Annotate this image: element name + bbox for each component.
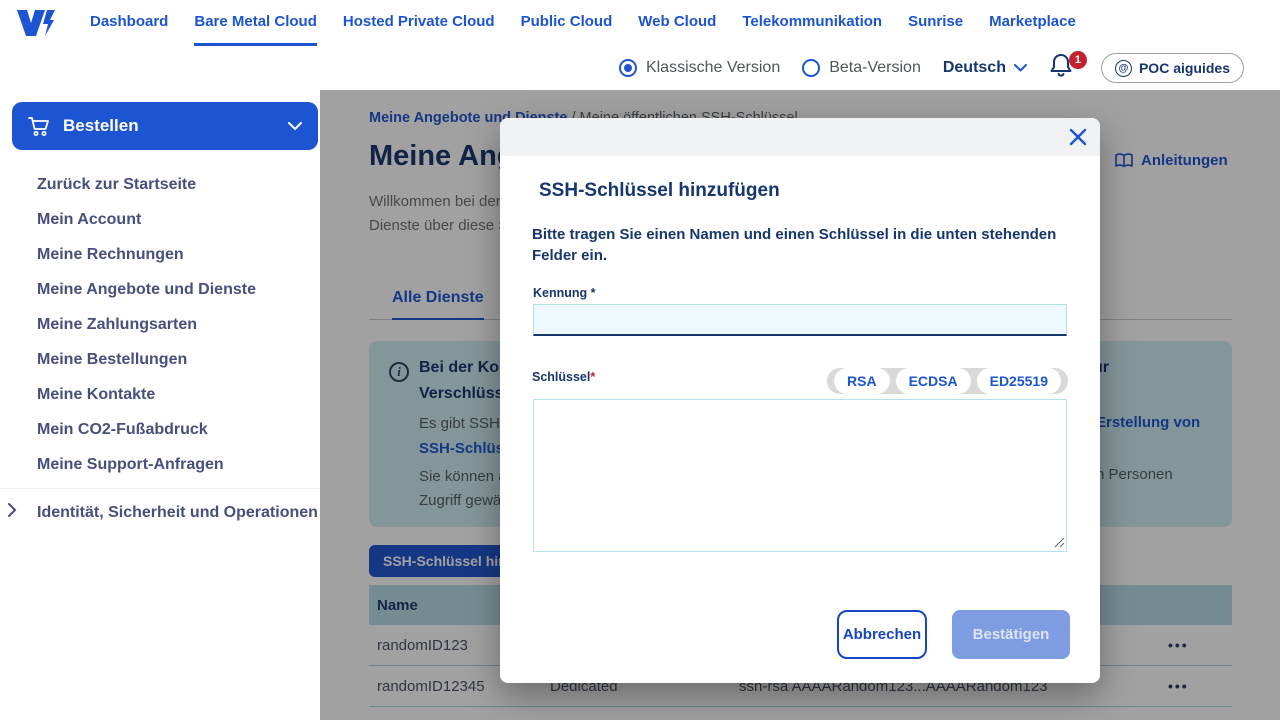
nav-items: Dashboard Bare Metal Cloud Hosted Privat…: [90, 0, 1076, 46]
nav-bare-metal-cloud[interactable]: Bare Metal Cloud: [194, 0, 317, 46]
sidebar-item-rechnungen[interactable]: Meine Rechnungen: [0, 237, 320, 272]
classic-version-radio[interactable]: Klassische Version: [619, 59, 780, 77]
sidebar-item-bestellungen[interactable]: Meine Bestellungen: [0, 342, 320, 377]
modal-description: Bitte tragen Sie einen Namen und einen S…: [532, 224, 1080, 267]
close-icon[interactable]: [1066, 126, 1090, 150]
key-field-label: Schlüssel*: [532, 370, 595, 384]
chevron-down-icon: [288, 122, 302, 131]
order-button-label: Bestellen: [63, 116, 139, 136]
language-selector[interactable]: Deutsch: [943, 59, 1027, 77]
cart-icon: [28, 116, 50, 137]
sidebar-item-identitaet[interactable]: Identität, Sicherheit und Operationen: [0, 488, 320, 529]
required-mark: *: [590, 370, 595, 384]
ovh-logo-icon: [14, 8, 58, 38]
language-label: Deutsch: [943, 59, 1006, 77]
nav-dashboard[interactable]: Dashboard: [90, 0, 168, 46]
sidebar-item-co2[interactable]: Mein CO2-Fußabdruck: [0, 412, 320, 447]
order-button[interactable]: Bestellen: [12, 102, 318, 150]
ssh-key-value-textarea[interactable]: [533, 399, 1067, 552]
sidebar-item-identitaet-label: Identität, Sicherheit und Operationen: [37, 504, 318, 521]
primary-nav: Dashboard Bare Metal Cloud Hosted Privat…: [0, 0, 1280, 46]
sidebar-menu: Zurück zur Startseite Mein Account Meine…: [0, 167, 320, 529]
radio-selected-icon: [619, 59, 637, 77]
radio-unselected-icon: [802, 59, 820, 77]
classic-version-label: Klassische Version: [646, 59, 780, 77]
chevron-down-icon: [1014, 64, 1027, 72]
chevron-right-icon: [8, 503, 17, 517]
ssh-key-name-input[interactable]: [533, 304, 1067, 336]
sidebar-item-kontakte[interactable]: Meine Kontakte: [0, 377, 320, 412]
key-type-toggle-group: RSA ECDSA ED25519: [827, 368, 1068, 394]
name-field-label: Kennung *: [533, 286, 596, 300]
nav-web-cloud[interactable]: Web Cloud: [638, 0, 716, 46]
sidebar-item-zahlungsarten[interactable]: Meine Zahlungsarten: [0, 307, 320, 342]
nav-sunrise[interactable]: Sunrise: [908, 0, 963, 46]
nav-telekommunikation[interactable]: Telekommunikation: [742, 0, 882, 46]
beta-version-radio[interactable]: Beta-Version: [802, 59, 921, 77]
account-label: POC aiguides: [1139, 60, 1230, 76]
beta-version-label: Beta-Version: [829, 59, 921, 77]
notification-count-badge: 1: [1069, 51, 1087, 69]
modal-title: SSH-Schlüssel hinzufügen: [539, 180, 780, 202]
user-icon: @: [1115, 60, 1132, 77]
app-root: Dashboard Bare Metal Cloud Hosted Privat…: [0, 0, 1280, 720]
modal-header: [500, 118, 1100, 156]
key-type-ed25519-button[interactable]: ED25519: [977, 368, 1061, 394]
sidebar-item-account[interactable]: Mein Account: [0, 202, 320, 237]
ssh-key-value-field: [533, 399, 1067, 552]
notifications-button[interactable]: 1: [1049, 53, 1079, 83]
sidebar-item-angebote-dienste[interactable]: Meine Angebote und Dienste: [0, 272, 320, 307]
key-type-ecdsa-button[interactable]: ECDSA: [896, 368, 971, 394]
top-header: Dashboard Bare Metal Cloud Hosted Privat…: [0, 0, 1280, 90]
add-ssh-key-modal: SSH-Schlüssel hinzufügen Bitte tragen Si…: [500, 118, 1100, 683]
account-button[interactable]: @ POC aiguides: [1101, 53, 1244, 83]
nav-marketplace[interactable]: Marketplace: [989, 0, 1076, 46]
cancel-button[interactable]: Abbrechen: [837, 610, 927, 659]
key-type-rsa-button[interactable]: RSA: [834, 368, 890, 394]
sidebar: Bestellen Zurück zur Startseite Mein Acc…: [0, 90, 320, 720]
nav-public-cloud[interactable]: Public Cloud: [521, 0, 613, 46]
confirm-button[interactable]: Bestätigen: [952, 610, 1070, 659]
required-mark: *: [591, 286, 596, 300]
sidebar-item-support[interactable]: Meine Support-Anfragen: [0, 447, 320, 482]
secondary-bar: Klassische Version Beta-Version Deutsch …: [0, 46, 1280, 90]
nav-hosted-private-cloud[interactable]: Hosted Private Cloud: [343, 0, 495, 46]
sidebar-item-startseite[interactable]: Zurück zur Startseite: [0, 167, 320, 202]
